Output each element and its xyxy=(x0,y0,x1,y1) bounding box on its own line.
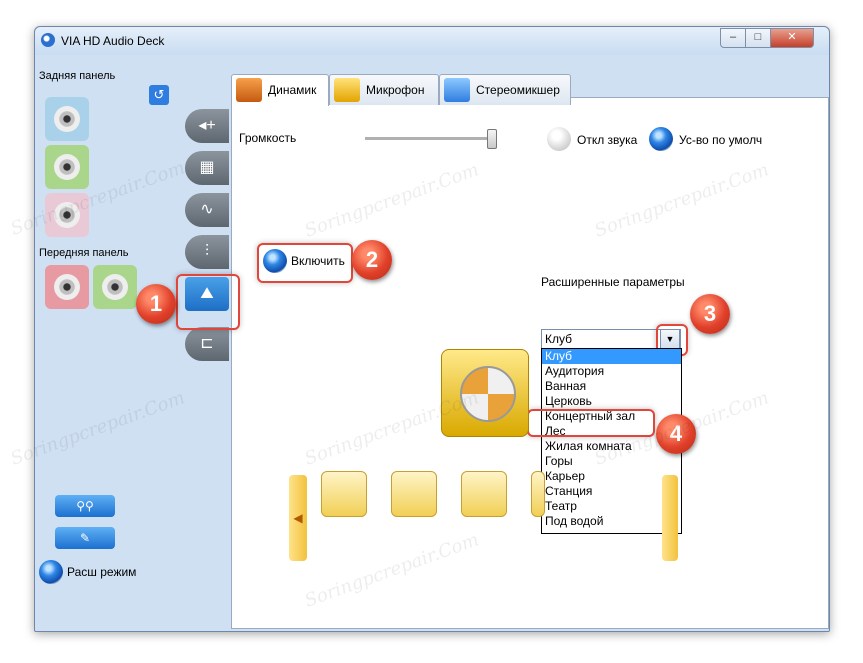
rear-jack-green[interactable] xyxy=(45,145,89,189)
advanced-params-label: Расширенные параметры xyxy=(541,275,685,289)
default-device-label: Ус-во по умолч xyxy=(679,133,763,147)
rear-jack-blue[interactable] xyxy=(45,97,89,141)
list-item[interactable]: Станция xyxy=(542,484,681,499)
callout-3: 3 xyxy=(690,294,730,334)
dropdown-value: Клуб xyxy=(545,332,572,346)
default-device-radio[interactable] xyxy=(649,127,673,151)
volume-slider-track[interactable] xyxy=(365,137,495,141)
app-speaker-icon xyxy=(41,33,55,47)
volume-slider-thumb[interactable] xyxy=(487,129,497,149)
tools-button[interactable]: ✎ xyxy=(55,527,115,549)
advanced-mode-label: Расш режим xyxy=(67,565,137,579)
restore-icon[interactable]: ↺ xyxy=(149,85,169,105)
list-item[interactable]: Карьер xyxy=(542,469,681,484)
environment-button-highlight xyxy=(176,274,240,330)
list-item[interactable]: Под водой xyxy=(542,514,681,529)
front-panel-label: Передняя панель xyxy=(39,247,129,259)
speaker-icon xyxy=(236,78,262,102)
music-note-icon xyxy=(444,78,470,102)
close-button[interactable]: ✕ xyxy=(770,28,814,48)
bottle-icon[interactable] xyxy=(391,471,437,517)
callout-1: 1 xyxy=(136,284,176,324)
list-item[interactable]: Театр xyxy=(542,499,681,514)
title-bar[interactable]: VIA HD Audio Deck – □ ✕ xyxy=(35,27,829,55)
front-jack-pink[interactable] xyxy=(45,265,89,309)
speaker-config-rail-button[interactable]: ▦ xyxy=(185,151,229,185)
effect-preview xyxy=(441,349,529,437)
tab-speaker[interactable]: Динамик xyxy=(231,74,329,106)
tab-microphone[interactable]: Микрофон xyxy=(329,74,439,105)
list-item[interactable]: Клуб xyxy=(542,349,681,364)
list-item[interactable]: Аудитория xyxy=(542,364,681,379)
list-item[interactable]: Ванная xyxy=(542,379,681,394)
partial-thumb-icon[interactable] xyxy=(531,471,545,517)
carousel-right-button[interactable] xyxy=(662,475,678,561)
disc-thumb-icon[interactable] xyxy=(461,471,507,517)
waveform-rail-button[interactable]: ∿ xyxy=(185,193,229,227)
chevron-down-icon[interactable]: ▼ xyxy=(660,329,680,349)
front-jack-green[interactable] xyxy=(93,265,137,309)
film-icon[interactable] xyxy=(321,471,367,517)
tab-stereo-mixer[interactable]: Стереомикшер xyxy=(439,74,571,105)
list-item[interactable]: Церковь xyxy=(542,394,681,409)
window-title: VIA HD Audio Deck xyxy=(61,34,165,48)
equalizer-rail-button[interactable]: ⫶ xyxy=(185,235,229,269)
mute-label: Откл звука xyxy=(577,133,638,147)
enable-radio[interactable] xyxy=(263,249,287,273)
speaker-volume-rail-button[interactable]: ◂+ xyxy=(185,109,229,143)
maximize-button[interactable]: □ xyxy=(745,28,771,48)
minimize-button[interactable]: – xyxy=(720,28,746,48)
mute-radio[interactable] xyxy=(547,127,571,151)
advanced-mode-radio[interactable] xyxy=(39,560,63,584)
enable-label: Включить xyxy=(291,254,345,268)
rear-panel-label: Задняя панель xyxy=(39,70,116,82)
callout-2: 2 xyxy=(352,240,392,280)
microphone-icon xyxy=(334,78,360,102)
connector-settings-button[interactable]: ⚲⚲ xyxy=(55,495,115,517)
volume-label: Громкость xyxy=(239,131,297,145)
room-correction-rail-button[interactable]: ⊏ xyxy=(185,327,229,361)
arrow-left-icon[interactable]: ◀ xyxy=(289,475,307,561)
